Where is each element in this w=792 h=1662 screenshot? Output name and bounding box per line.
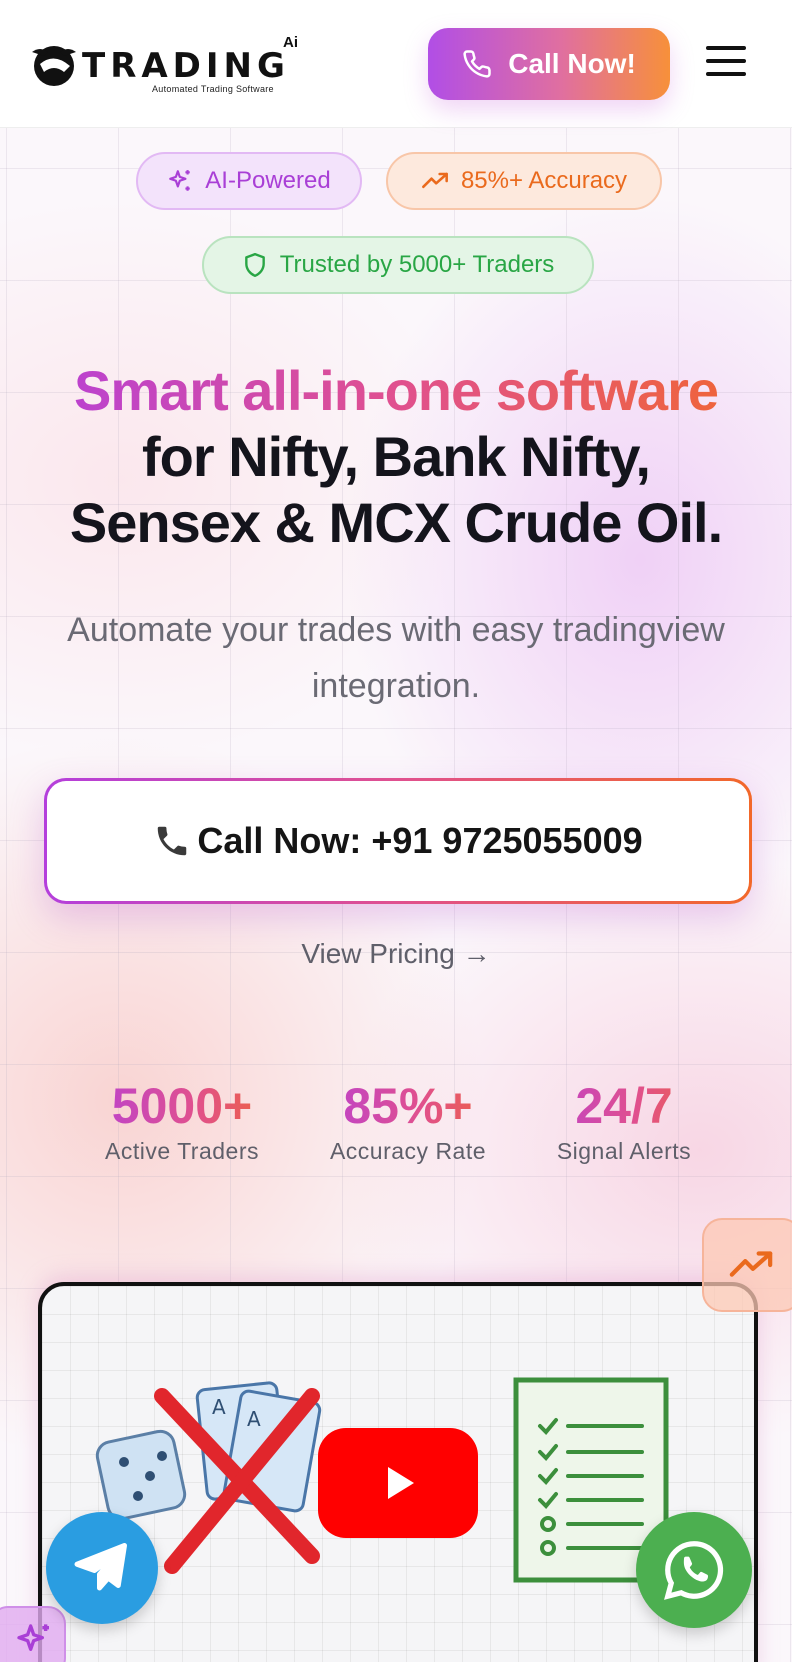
headline-line-3: Sensex & MCX Crude Oil.	[69, 491, 723, 554]
cta-label: Call Now: +91 9725055009	[197, 820, 643, 861]
trusted-label: Trusted by 5000+ Traders	[279, 251, 555, 278]
svg-text:A: A	[247, 1407, 261, 1431]
view-pricing-link[interactable]: View Pricing →	[0, 938, 792, 970]
ai-powered-label: AI-Powered	[205, 167, 331, 194]
svg-text:A: A	[212, 1395, 226, 1419]
phone-icon	[463, 50, 491, 78]
headline-gradient-line: Smart all-in-one software	[0, 358, 792, 424]
stat-label: Active Traders	[105, 1138, 259, 1164]
bull-logo-icon	[32, 46, 76, 86]
trending-up-icon	[729, 1251, 773, 1277]
call-now-cta-button[interactable]: Call Now: +91 9725055009	[44, 778, 752, 904]
header-call-label: Call Now!	[508, 48, 636, 79]
stat-label: Signal Alerts	[556, 1138, 692, 1164]
shield-icon	[244, 252, 265, 278]
stat-signal-alerts: 24/7 Signal Alerts	[514, 1078, 734, 1165]
stat-accuracy-rate: 85%+ Accuracy Rate	[298, 1078, 518, 1165]
landing-page: TRADING Ai Automated Trading Software Ca…	[0, 0, 792, 1662]
header-call-button[interactable]: Call Now!	[428, 28, 670, 100]
site-header: TRADING Ai Automated Trading Software Ca…	[0, 0, 792, 128]
floating-trend-card	[702, 1218, 792, 1312]
stat-label: Accuracy Rate	[329, 1138, 487, 1164]
sparkles-icon	[17, 1624, 49, 1651]
accuracy-badge: 85%+ Accuracy	[386, 152, 662, 210]
logo-tagline: Automated Trading Software	[152, 84, 274, 94]
trending-up-icon	[422, 172, 448, 189]
brand-logo[interactable]: TRADING Ai Automated Trading Software	[30, 28, 310, 98]
youtube-play-icon[interactable]	[318, 1428, 478, 1538]
hamburger-menu-icon[interactable]	[706, 46, 746, 80]
stat-active-traders: 5000+ Active Traders	[72, 1078, 292, 1165]
stat-value: 85%+	[298, 1078, 518, 1134]
logo-ai-mark: Ai	[283, 34, 298, 51]
stat-value: 5000+	[72, 1078, 292, 1134]
whatsapp-icon[interactable]	[636, 1512, 752, 1628]
accuracy-label: 85%+ Accuracy	[460, 167, 628, 194]
dice-icon	[95, 1429, 187, 1521]
trusted-badge: Trusted by 5000+ Traders	[202, 236, 594, 294]
sparkles-icon	[169, 170, 191, 191]
stat-value: 24/7	[514, 1078, 734, 1134]
headline-line-2: for Nifty, Bank Nifty,	[142, 425, 651, 488]
telegram-icon[interactable]	[46, 1512, 158, 1624]
ai-powered-badge: AI-Powered	[136, 152, 362, 210]
cta-inner: Call Now: +91 9725055009	[47, 781, 749, 901]
logo-wordmark: TRADING	[82, 46, 290, 86]
telephone-receiver-icon	[158, 826, 187, 856]
hero-subtext: Automate your trades with easy tradingvi…	[67, 611, 725, 705]
hero-headline: Smart all-in-one software for Nifty, Ban…	[0, 358, 792, 556]
floating-sparkle-card	[0, 1606, 66, 1662]
